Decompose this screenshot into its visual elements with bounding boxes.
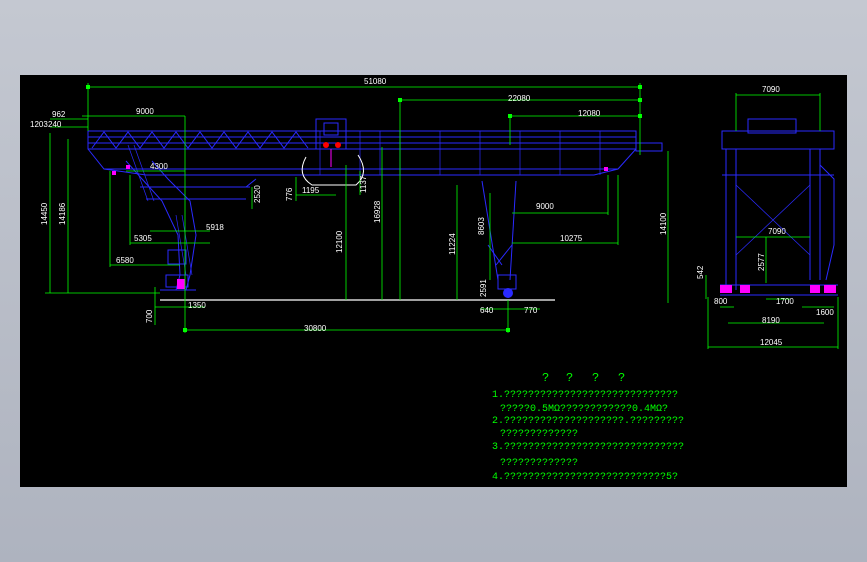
dim-side-inner-width: 7090 [768, 227, 786, 236]
dim-side-8190: 8190 [762, 316, 780, 325]
dim-11224: 11224 [448, 233, 457, 255]
note-line-2: ?????0.5MΩ????????????0.4MΩ? [500, 404, 668, 415]
dim-side-542: 542 [696, 265, 705, 279]
rigid-leg-wheel [177, 279, 185, 289]
dim-1195: 1195 [302, 186, 320, 195]
main-elevation-view: 51080 962 1203 240 9000 22080 12080 4300… [30, 77, 669, 333]
side-elevation-view: 7090 7090 2577 542 800 1700 1600 8190 12… [696, 85, 839, 349]
dim-1350: 1350 [188, 301, 206, 310]
dim-12100: 12100 [335, 230, 344, 253]
notes-header-mark-1: ? [542, 371, 549, 385]
side-wheels [720, 285, 836, 293]
side-cross-bracing [735, 184, 811, 256]
trolley [315, 118, 347, 150]
dim-right-span-sub: 12080 [578, 109, 601, 118]
dim-5918: 5918 [206, 223, 224, 232]
girder-truss [91, 131, 309, 149]
dim-700: 700 [145, 309, 154, 323]
dim-height-left: 14450 [40, 202, 49, 225]
dim-2591: 2591 [479, 279, 488, 297]
dim-9000-right: 9000 [536, 202, 554, 211]
drawing-canvas[interactable]: 51080 962 1203 240 9000 22080 12080 4300… [20, 75, 847, 487]
dim-side-2577: 2577 [757, 253, 766, 271]
dim-side-overall-width: 12045 [760, 338, 783, 347]
dim-right-span-total: 22080 [508, 94, 531, 103]
dim-side-top-width: 7090 [762, 85, 780, 94]
dim-640: 640 [480, 306, 494, 315]
note-line-1: 1.????????????????????????????? [492, 390, 678, 401]
trolley-wheel-left [323, 142, 329, 148]
hook-envelope [301, 154, 364, 186]
side-structure [720, 118, 838, 296]
dim-10275: 10275 [560, 234, 583, 243]
dim-left-span: 9000 [136, 107, 154, 116]
note-line-5: 3.?????????????????????????????? [492, 442, 684, 453]
flexible-leg-wheel [503, 288, 513, 298]
dim-side-800: 800 [714, 297, 728, 306]
notes-header-mark-4: ? [618, 371, 625, 385]
note-line-6: ????????????? [500, 458, 578, 469]
dim-side-1600: 1600 [816, 308, 834, 317]
notes-header-mark-3: ? [592, 371, 599, 385]
dim-1137: 1137 [359, 175, 368, 193]
dim-left-small: 1203 [30, 120, 48, 129]
main-girder [87, 130, 663, 176]
dim-16928: 16928 [373, 200, 382, 223]
notes-header-mark-2: ? [566, 371, 573, 385]
cad-drawing: 51080 962 1203 240 9000 22080 12080 4300… [30, 77, 839, 483]
note-line-4: ????????????? [500, 429, 578, 440]
dim-770: 770 [524, 306, 538, 315]
flexible-leg [481, 180, 517, 290]
dim-trolley-offset: 4300 [150, 162, 168, 171]
dim-8603: 8603 [477, 217, 486, 235]
dim-6580: 6580 [116, 256, 134, 265]
trolley-wheel-right [335, 142, 341, 148]
girder-stiffeners [319, 131, 601, 175]
dim-left-small-2: 240 [48, 120, 62, 129]
dimension-ticks [86, 85, 642, 332]
dimension-lines [45, 83, 669, 333]
dim-left-overhang: 962 [52, 110, 66, 119]
dim-776: 776 [285, 187, 294, 201]
dim-5305: 5305 [134, 234, 152, 243]
note-line-3: 2.????????????????????.????????? [492, 416, 684, 427]
dim-height-left-inner: 14186 [58, 202, 67, 225]
dim-2520: 2520 [253, 185, 262, 203]
dim-overall-length: 51080 [364, 77, 387, 86]
dim-14100: 14100 [659, 212, 668, 235]
note-line-7: 4.???????????????????????????5? [492, 472, 678, 483]
dim-track-gauge: 30800 [304, 324, 327, 333]
dim-side-1700: 1700 [776, 297, 794, 306]
technical-notes: ? ? ? ? 1.????????????????????????????? … [492, 371, 684, 483]
